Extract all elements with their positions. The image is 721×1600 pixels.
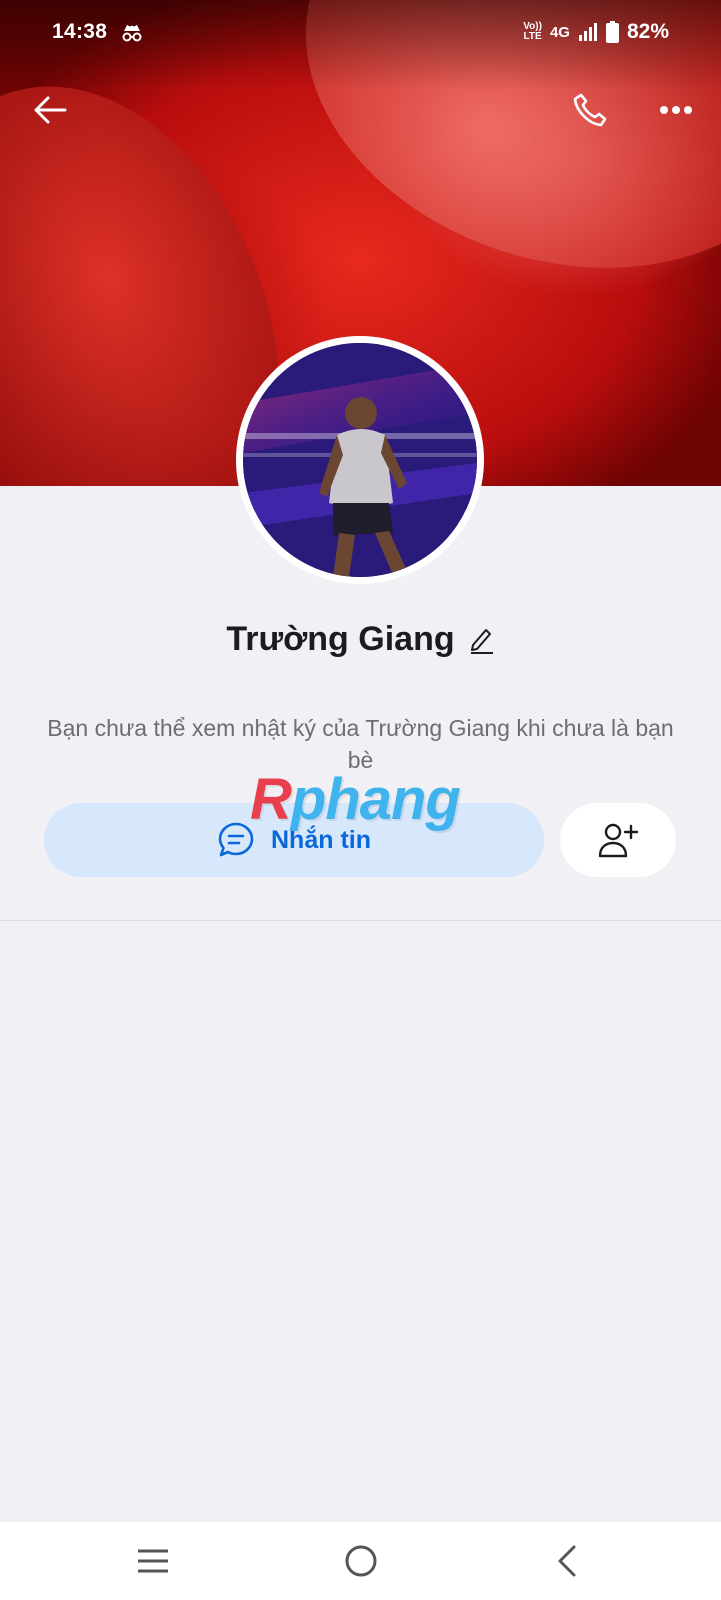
watermark-first: R xyxy=(250,767,292,832)
profile-name-row: Trường Giang xyxy=(0,620,721,659)
avatar-frame[interactable] xyxy=(236,336,484,584)
watermark-logo: Rphang xyxy=(250,766,461,833)
section-divider xyxy=(0,920,721,921)
system-back-button[interactable] xyxy=(544,1538,590,1584)
recent-apps-button[interactable] xyxy=(130,1538,176,1584)
battery-icon xyxy=(605,21,619,43)
avatar-picture xyxy=(243,343,477,577)
home-button[interactable] xyxy=(338,1538,384,1584)
status-bar: 14:38 Vo)) LTE 4G 82% xyxy=(0,0,721,66)
more-options-button[interactable] xyxy=(654,88,698,132)
volte-line2: LTE xyxy=(523,31,542,42)
more-options-icon xyxy=(660,106,692,114)
network-type: 4G xyxy=(549,23,570,41)
edit-name-icon[interactable] xyxy=(469,625,495,655)
incognito-icon xyxy=(122,25,142,42)
volte-indicator: Vo)) LTE xyxy=(523,22,542,42)
back-arrow-icon xyxy=(34,96,67,124)
system-nav-bar xyxy=(0,1522,721,1600)
watermark-rest: phang xyxy=(290,767,461,832)
avatar[interactable] xyxy=(243,343,477,577)
battery-level: 82% xyxy=(626,20,669,43)
menu-icon xyxy=(138,1549,168,1573)
home-icon xyxy=(345,1545,377,1577)
status-time: 14:38 xyxy=(52,20,108,43)
add-friend-button[interactable] xyxy=(560,803,676,877)
signal-icon xyxy=(578,23,597,41)
add-friend-icon xyxy=(598,823,639,858)
back-button[interactable] xyxy=(28,88,72,132)
status-right: Vo)) LTE 4G 82% xyxy=(523,20,669,44)
back-icon xyxy=(558,1545,576,1577)
profile-name: Trường Giang xyxy=(226,620,455,658)
call-button[interactable] xyxy=(568,88,612,132)
phone-call-icon xyxy=(573,93,607,127)
